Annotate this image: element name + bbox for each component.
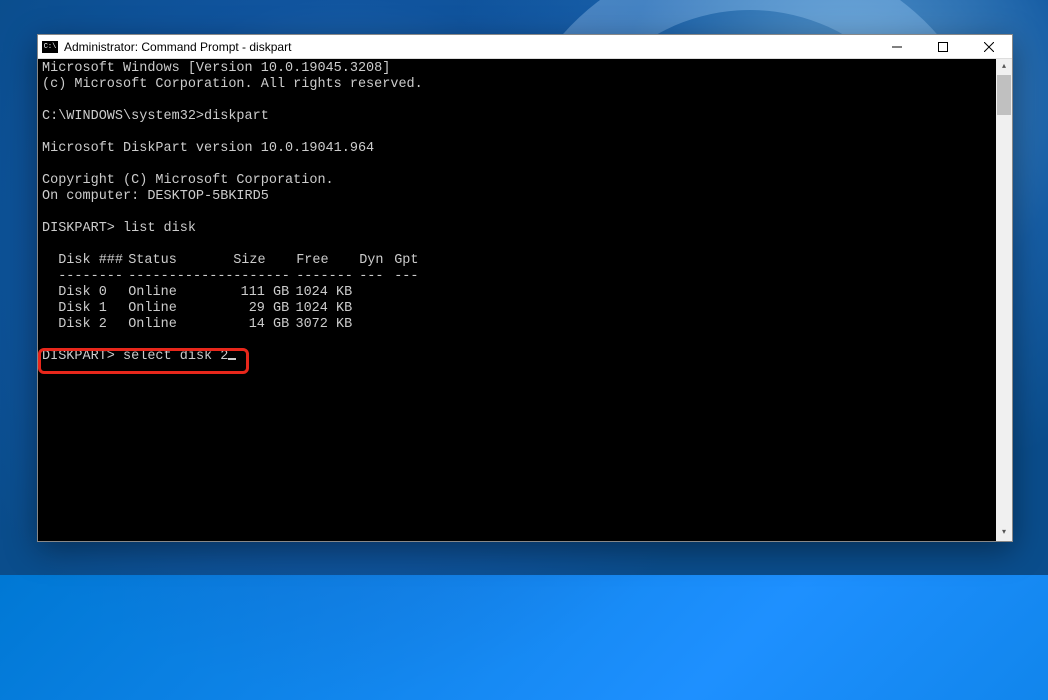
disk0-name: Disk 0 xyxy=(58,285,128,301)
disk0-free: 1024 KB xyxy=(289,285,352,301)
disk1-status: Online xyxy=(128,301,233,317)
scrollbar-thumb[interactable] xyxy=(997,75,1011,115)
hdr-gpt: Gpt xyxy=(394,253,422,269)
sep-dyn: --- xyxy=(359,269,394,285)
vertical-scrollbar[interactable]: ▴ ▾ xyxy=(996,59,1012,541)
hdr-dyn: Dyn xyxy=(359,253,394,269)
cmd-list-disk: list disk xyxy=(123,221,196,236)
sep-disk: -------- xyxy=(58,269,128,285)
disk1-size: 29 GB xyxy=(233,301,289,317)
disk1-name: Disk 1 xyxy=(58,301,128,317)
disk2-free: 3072 KB xyxy=(289,317,352,333)
line-winver: Microsoft Windows [Version 10.0.19045.32… xyxy=(42,61,390,76)
cmd-diskpart: diskpart xyxy=(204,109,269,124)
window-controls xyxy=(874,35,1012,58)
disk1-free: 1024 KB xyxy=(289,301,352,317)
cmd-select-disk: select disk 2 xyxy=(123,349,228,364)
sep-free: ------- xyxy=(296,269,359,285)
disk0-size: 111 GB xyxy=(233,285,289,301)
sep-size: ------- xyxy=(233,269,296,285)
cursor-icon xyxy=(228,358,236,360)
disk2-size: 14 GB xyxy=(233,317,289,333)
hdr-disk: Disk ### xyxy=(58,253,128,269)
scroll-down-button[interactable]: ▾ xyxy=(996,525,1012,541)
line-dp-version: Microsoft DiskPart version 10.0.19041.96… xyxy=(42,141,374,156)
console-area[interactable]: Microsoft Windows [Version 10.0.19045.32… xyxy=(38,59,1012,541)
sep-status: ------------- xyxy=(128,269,233,285)
window-title: Administrator: Command Prompt - diskpart xyxy=(64,40,874,54)
minimize-icon xyxy=(892,42,902,52)
diskpart-prompt-2: DISKPART> xyxy=(42,349,115,364)
prompt-path: C:\WINDOWS\system32> xyxy=(42,109,204,124)
hdr-free: Free xyxy=(296,253,359,269)
scroll-up-button[interactable]: ▴ xyxy=(996,59,1012,75)
line-copyright: (c) Microsoft Corporation. All rights re… xyxy=(42,77,423,92)
line-computer: On computer: DESKTOP-5BKIRD5 xyxy=(42,189,269,204)
hdr-status: Status xyxy=(128,253,233,269)
titlebar[interactable]: Administrator: Command Prompt - diskpart xyxy=(38,35,1012,59)
hdr-size: Size xyxy=(233,253,296,269)
maximize-icon xyxy=(938,42,948,52)
close-button[interactable] xyxy=(966,35,1012,58)
disk0-status: Online xyxy=(128,285,233,301)
maximize-button[interactable] xyxy=(920,35,966,58)
sep-gpt: --- xyxy=(394,269,422,285)
cmd-icon xyxy=(42,41,58,53)
disk2-status: Online xyxy=(128,317,233,333)
diskpart-prompt: DISKPART> xyxy=(42,221,115,236)
disk2-name: Disk 2 xyxy=(58,317,128,333)
line-dp-copyright: Copyright (C) Microsoft Corporation. xyxy=(42,173,334,188)
minimize-button[interactable] xyxy=(874,35,920,58)
command-prompt-window: Administrator: Command Prompt - diskpart… xyxy=(37,34,1013,542)
console-output: Microsoft Windows [Version 10.0.19045.32… xyxy=(42,61,1008,365)
close-icon xyxy=(984,42,994,52)
